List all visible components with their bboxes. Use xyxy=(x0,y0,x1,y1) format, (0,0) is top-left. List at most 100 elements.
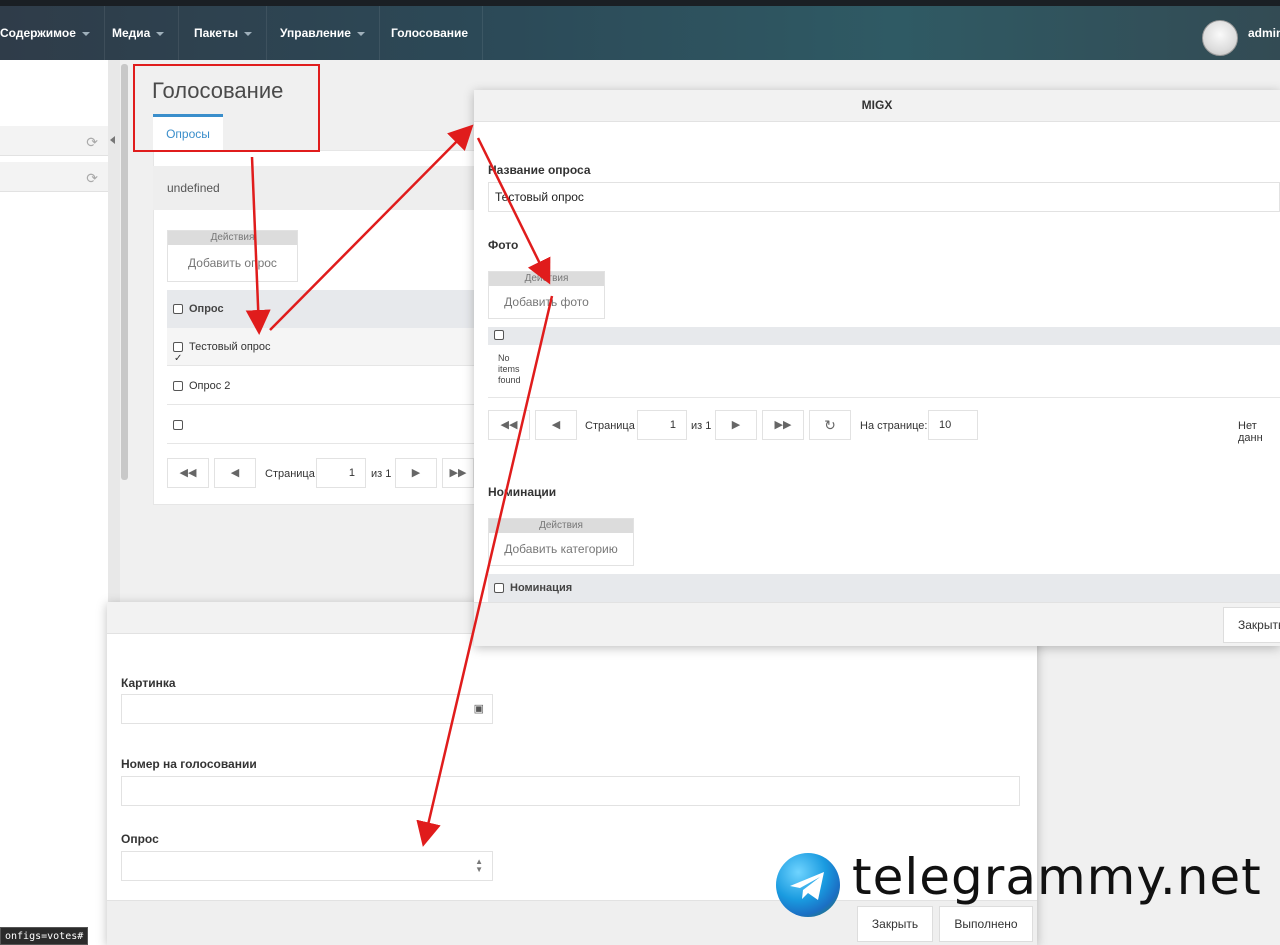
first-page-button[interactable]: ◀◀ xyxy=(167,458,209,488)
refresh-icon[interactable]: ⟳ xyxy=(86,134,98,151)
watermark-text: telegrammy.net xyxy=(852,848,1262,906)
left-icon: ◀ xyxy=(230,467,240,479)
select-all-checkbox[interactable] xyxy=(494,330,504,340)
page-input[interactable]: 1 xyxy=(316,458,366,488)
next-page-button[interactable]: ▶ xyxy=(715,410,757,440)
refresh-button[interactable]: ↻ xyxy=(809,410,851,440)
chevron-down-icon xyxy=(243,31,252,36)
page-label: Страница xyxy=(265,468,315,480)
empty-text: No xyxy=(498,353,510,363)
left-tree-panel: ⟳ ⟳ xyxy=(0,60,108,945)
row-checkbox[interactable] xyxy=(173,381,183,392)
nominations-grid-header: Номинация xyxy=(488,574,1280,602)
double-right-icon: ▶▶ xyxy=(449,467,467,479)
page-of-label: из 1 xyxy=(371,468,392,480)
highlight-box xyxy=(133,64,320,152)
right-icon: ▶ xyxy=(411,467,421,479)
double-left-icon: ◀◀ xyxy=(500,419,518,431)
status-url: onfigs=votes# xyxy=(0,927,89,945)
dialog-footer: Закрыть Выполнено xyxy=(107,900,1037,945)
select-all-checkbox[interactable] xyxy=(494,583,504,594)
add-photo-button[interactable]: Добавить фото xyxy=(489,286,604,318)
add-poll-button[interactable]: Добавить опрос xyxy=(168,245,297,281)
nav-content-label: Содержимое xyxy=(0,26,76,40)
per-page-label: На странице: xyxy=(860,420,928,432)
nav-content[interactable]: Содержимое xyxy=(0,6,105,60)
number-label: Номер на голосовании xyxy=(121,757,257,771)
prev-page-button[interactable]: ◀ xyxy=(214,458,256,488)
page-input[interactable]: 1 xyxy=(637,410,687,440)
add-category-button[interactable]: Добавить категорию xyxy=(489,533,633,565)
image-label: Картинка xyxy=(121,676,176,690)
empty-text: found xyxy=(498,375,521,385)
first-page-button[interactable]: ◀◀ xyxy=(488,410,530,440)
right-icon: ▶ xyxy=(731,419,741,431)
nav-media[interactable]: Медиа xyxy=(98,6,180,60)
prev-page-button[interactable]: ◀ xyxy=(535,410,577,440)
next-page-button[interactable]: ▶ xyxy=(395,458,437,488)
no-data-text: Нет данн xyxy=(1238,420,1263,444)
grid-header: Опрос xyxy=(167,290,483,328)
row-label: Опрос 2 xyxy=(189,380,231,392)
poll-name-input[interactable]: Тестовый опрос xyxy=(488,182,1280,212)
last-page-button[interactable]: ▶▶ xyxy=(762,410,804,440)
poll-label: Опрос xyxy=(121,832,159,846)
row-checkbox[interactable] xyxy=(173,420,183,431)
user-name[interactable]: admin xyxy=(1248,6,1280,60)
column-nomination[interactable]: Номинация xyxy=(510,582,572,594)
nav-packages-label: Пакеты xyxy=(194,26,238,40)
nav-manage[interactable]: Управление xyxy=(266,6,380,60)
nominations-actions-box: Действия Добавить категорию xyxy=(488,518,634,566)
double-right-icon: ▶▶ xyxy=(774,419,792,431)
table-row[interactable]: Тестовый опрос xyxy=(167,328,483,378)
poll-name-label: Название опроса xyxy=(488,163,591,177)
panel-header: undefined xyxy=(153,166,483,210)
chevron-down-icon xyxy=(81,31,90,36)
select-all-checkbox[interactable] xyxy=(173,304,183,315)
migx-dialog: MIGX Название опроса Тестовый опрос Фото… xyxy=(474,90,1280,646)
select-arrows-icon: ▲ ▼ xyxy=(475,857,483,874)
photo-grid-empty: No items found xyxy=(488,346,1280,398)
nominations-label: Номинации xyxy=(488,485,557,499)
page-of-label: из 1 xyxy=(691,420,712,432)
close-button[interactable]: Закрыть xyxy=(1223,607,1280,643)
per-page-input[interactable]: 10 xyxy=(928,410,978,440)
image-field[interactable]: ▣ xyxy=(121,694,493,724)
photo-label: Фото xyxy=(488,238,519,252)
last-page-button[interactable]: ▶▶ xyxy=(442,458,474,488)
done-button[interactable]: Выполнено xyxy=(939,906,1033,942)
avatar[interactable] xyxy=(1202,20,1238,56)
telegram-logo-icon xyxy=(776,853,840,917)
tree-row[interactable]: ⟳ xyxy=(0,162,108,192)
page-label: Страница xyxy=(585,420,635,432)
actions-box: Действия Добавить опрос xyxy=(167,230,298,282)
empty-text: items xyxy=(498,364,520,374)
double-left-icon: ◀◀ xyxy=(179,467,197,479)
dialog-title: MIGX xyxy=(474,90,1280,122)
photo-grid-header xyxy=(488,327,1280,345)
top-navbar: Содержимое Медиа Пакеты Управление Голос… xyxy=(0,0,1280,60)
image-picker-icon[interactable]: ▣ xyxy=(474,702,484,715)
refresh-icon[interactable]: ⟳ xyxy=(86,170,98,187)
row-checkbox[interactable] xyxy=(173,340,183,378)
photo-actions-label: Действия xyxy=(489,272,604,286)
tree-row[interactable]: ⟳ xyxy=(0,126,108,156)
close-button[interactable]: Закрыть xyxy=(857,906,933,942)
actions-label: Действия xyxy=(168,231,297,245)
table-row[interactable]: Опрос 2 xyxy=(167,367,483,405)
column-poll[interactable]: Опрос xyxy=(189,303,224,315)
photo-actions-box: Действия Добавить фото xyxy=(488,271,605,319)
poll-select[interactable]: ▲ ▼ xyxy=(121,851,493,881)
nav-packages[interactable]: Пакеты xyxy=(180,6,267,60)
collapse-arrow-icon[interactable] xyxy=(110,136,115,144)
scrollbar[interactable] xyxy=(121,64,128,480)
table-row[interactable] xyxy=(167,406,483,444)
left-icon: ◀ xyxy=(551,419,561,431)
nav-voting[interactable]: Голосование xyxy=(377,6,484,60)
number-field[interactable] xyxy=(121,776,1020,806)
nav-media-label: Медиа xyxy=(112,26,151,40)
dialog-footer: Закрыть xyxy=(474,602,1280,646)
row-label: Тестовый опрос xyxy=(189,341,271,353)
chevron-down-icon xyxy=(156,31,165,36)
refresh-icon: ↻ xyxy=(824,417,836,433)
